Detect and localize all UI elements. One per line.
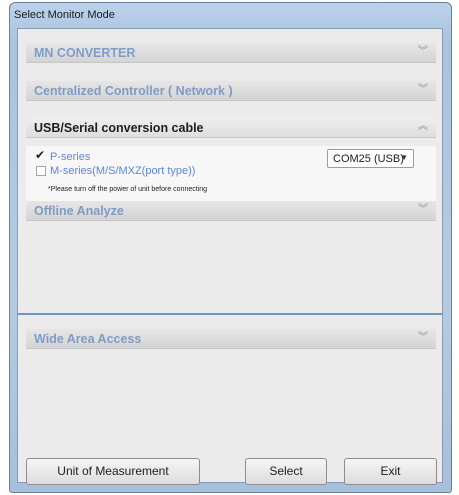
option-label: P-series: [50, 151, 91, 163]
window-title: Select Monitor Mode: [14, 9, 115, 21]
title-bar[interactable]: Select Monitor Mode: [10, 3, 451, 27]
section-offline-analyze[interactable]: Offline Analyze ︾: [26, 201, 436, 221]
section-usb-serial[interactable]: USB/Serial conversion cable ︽: [26, 118, 436, 138]
section-divider: [18, 313, 442, 315]
power-note: *Please turn off the power of unit befor…: [48, 186, 208, 193]
option-m-series[interactable]: M-series(M/S/MXZ(port type)): [36, 165, 195, 177]
section-label: Wide Area Access: [34, 332, 142, 346]
section-wide-area-access[interactable]: Wide Area Access ︾: [26, 329, 436, 349]
exit-button[interactable]: Exit: [344, 458, 437, 485]
section-centralized-controller[interactable]: Centralized Controller ( Network ) ︾: [26, 81, 436, 101]
checkmark-icon[interactable]: [35, 148, 46, 162]
double-chevron-down-icon[interactable]: ︾: [418, 84, 428, 96]
double-chevron-down-icon[interactable]: ︾: [418, 332, 428, 344]
section-mn-converter[interactable]: MN CONVERTER ︾: [26, 43, 436, 63]
com-port-value: COM25 (USB): [333, 153, 404, 165]
checkbox[interactable]: [36, 166, 46, 176]
option-label: M-series(M/S/MXZ(port type)): [50, 165, 196, 177]
client-area: MN CONVERTER ︾ Centralized Controller ( …: [17, 28, 443, 485]
double-chevron-down-icon[interactable]: ︾: [418, 204, 428, 216]
section-label: Centralized Controller ( Network ): [34, 84, 233, 98]
triangle-down-icon: ▼: [400, 153, 408, 162]
com-port-select[interactable]: COM25 (USB) ▼: [327, 149, 414, 168]
unit-of-measurement-button[interactable]: Unit of Measurement: [26, 458, 200, 485]
double-chevron-down-icon[interactable]: ︾: [418, 46, 428, 58]
section-label: USB/Serial conversion cable: [34, 121, 204, 135]
option-p-series[interactable]: P-series: [35, 148, 91, 163]
select-button[interactable]: Select: [245, 458, 327, 485]
section-label: MN CONVERTER: [34, 46, 136, 60]
section-label: Offline Analyze: [34, 204, 124, 218]
double-chevron-up-icon[interactable]: ︽: [418, 121, 428, 133]
